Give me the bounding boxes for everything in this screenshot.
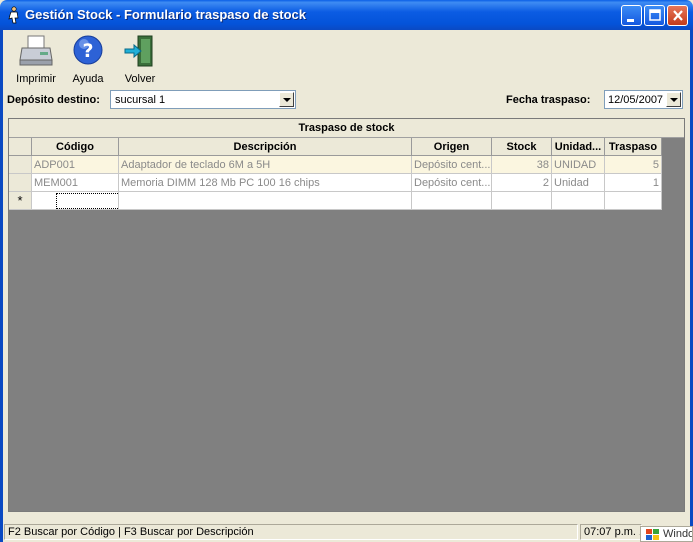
cell-descripcion[interactable]: Adaptador de teclado 6M a 5H <box>119 156 412 174</box>
taskbar-label: Windo <box>663 528 693 540</box>
column-header-stock[interactable]: Stock <box>492 138 552 156</box>
status-time: 07:07 p.m. 1 <box>580 524 642 540</box>
cell-origen-input[interactable] <box>412 192 492 210</box>
print-label: Imprimir <box>16 73 56 85</box>
fecha-picker[interactable]: 12/05/2007 <box>604 90 683 109</box>
status-bar: F2 Buscar por Código | F3 Buscar por Des… <box>3 523 690 542</box>
column-header-unidad[interactable]: Unidad... <box>552 138 605 156</box>
maximize-icon <box>649 9 661 21</box>
column-header-traspaso[interactable]: Traspaso <box>605 138 662 156</box>
svg-text:?: ? <box>82 40 93 62</box>
cell-codigo[interactable]: MEM001 <box>32 174 119 192</box>
minimize-button[interactable] <box>621 5 642 26</box>
row-selector[interactable] <box>9 156 32 174</box>
cell-traspaso-input[interactable] <box>605 192 662 210</box>
stock-transfer-grid[interactable]: Traspaso de stock Código Descripción Ori… <box>8 118 685 512</box>
cell-unidad[interactable]: UNIDAD <box>552 156 605 174</box>
fecha-value: 12/05/2007 <box>608 94 664 106</box>
column-header-descripcion[interactable]: Descripción <box>119 138 412 156</box>
cell-stock[interactable]: 2 <box>492 174 552 192</box>
new-row[interactable]: * <box>9 192 675 210</box>
cell-unidad[interactable]: Unidad <box>552 174 605 192</box>
cell-codigo-input[interactable] <box>32 192 119 210</box>
help-button[interactable]: ? Ayuda <box>63 34 113 85</box>
cell-traspaso[interactable]: 5 <box>605 156 662 174</box>
chevron-down-icon[interactable] <box>666 92 681 107</box>
minimize-icon <box>627 19 634 22</box>
taskbar-button[interactable]: Windo <box>640 526 693 542</box>
table-row[interactable]: ADP001 Adaptador de teclado 6M a 5H Depó… <box>9 156 675 174</box>
maximize-button[interactable] <box>644 5 665 26</box>
back-button[interactable]: Volver <box>115 34 165 85</box>
row-selector[interactable] <box>9 174 32 192</box>
cell-unidad-input[interactable] <box>552 192 605 210</box>
fecha-label: Fecha traspaso: <box>506 94 591 106</box>
table-row[interactable]: MEM001 Memoria DIMM 128 Mb PC 100 16 chi… <box>9 174 675 192</box>
cell-traspaso[interactable]: 1 <box>605 174 662 192</box>
back-label: Volver <box>124 73 156 85</box>
chevron-down-icon[interactable] <box>279 92 294 107</box>
windows-logo-icon <box>646 529 659 540</box>
window-title: Gestión Stock - Formulario traspaso de s… <box>25 7 307 22</box>
status-hint: F2 Buscar por Código | F3 Buscar por Des… <box>4 524 578 540</box>
cell-codigo[interactable]: ADP001 <box>32 156 119 174</box>
close-button[interactable] <box>667 5 688 26</box>
cell-origen[interactable]: Depósito cent... <box>412 174 492 192</box>
destino-label: Depósito destino: <box>7 94 100 106</box>
help-label: Ayuda <box>72 73 104 85</box>
column-header-origen[interactable]: Origen <box>412 138 492 156</box>
destino-combo[interactable]: sucursal 1 <box>110 90 296 109</box>
print-button[interactable]: Imprimir <box>11 34 61 85</box>
cell-stock-input[interactable] <box>492 192 552 210</box>
printer-icon <box>19 35 53 66</box>
help-icon: ? <box>73 35 103 65</box>
app-icon <box>8 6 19 24</box>
cell-origen[interactable]: Depósito cent... <box>412 156 492 174</box>
column-header-codigo[interactable]: Código <box>32 138 119 156</box>
grid-caption: Traspaso de stock <box>9 119 684 138</box>
cell-descripcion-input[interactable] <box>119 192 412 210</box>
title-bar[interactable]: Gestión Stock - Formulario traspaso de s… <box>0 0 693 30</box>
header-corner[interactable] <box>9 138 32 156</box>
close-icon <box>673 10 683 21</box>
destino-value: sucursal 1 <box>115 94 166 106</box>
cell-descripcion[interactable]: Memoria DIMM 128 Mb PC 100 16 chips <box>119 174 412 192</box>
new-row-marker: * <box>9 192 32 210</box>
focus-rectangle <box>56 193 118 209</box>
grid-header-row: Código Descripción Origen Stock Unidad..… <box>9 138 675 156</box>
exit-door-icon <box>124 35 153 67</box>
cell-stock[interactable]: 38 <box>492 156 552 174</box>
